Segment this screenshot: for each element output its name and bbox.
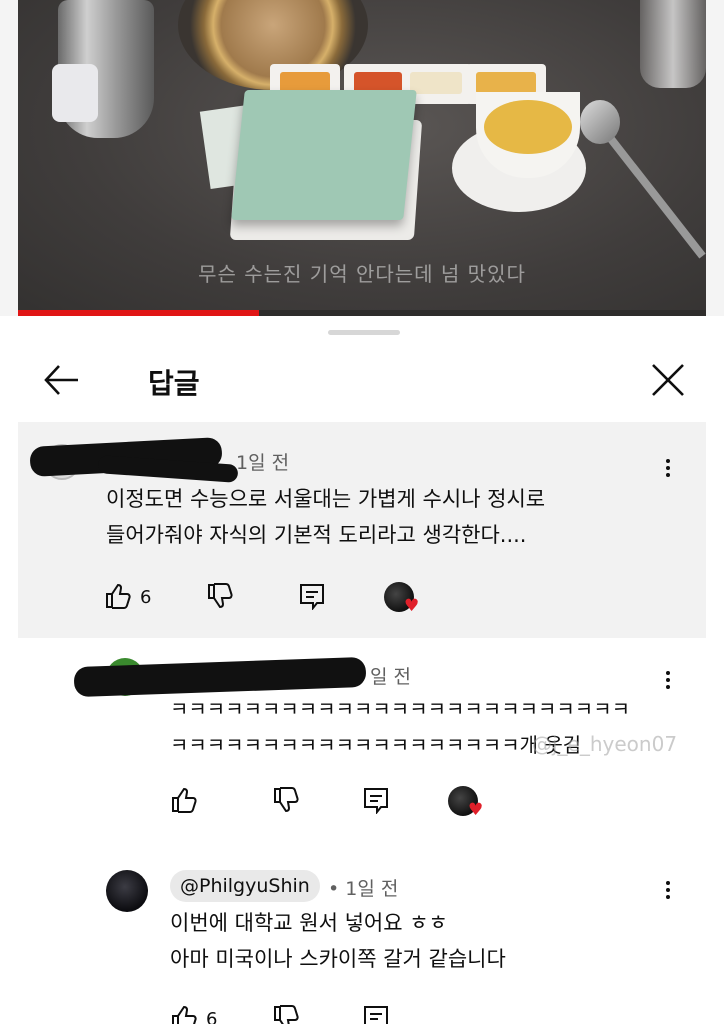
reply-button[interactable] bbox=[362, 786, 392, 816]
thumbs-up-icon bbox=[106, 583, 131, 609]
like-button[interactable] bbox=[170, 786, 200, 816]
comment-text-line: 이정도면 수능으로 서울대는 가볍게 수시나 정시로 bbox=[106, 487, 546, 511]
user-handle-chip[interactable]: @PhilgyuShin bbox=[170, 870, 320, 902]
avatar[interactable] bbox=[106, 870, 148, 912]
more-options-button[interactable] bbox=[658, 668, 678, 698]
watermark-text: @j_e_hyeon07 bbox=[532, 732, 678, 756]
panel-title: 답글 bbox=[148, 367, 200, 400]
like-button[interactable] bbox=[104, 582, 134, 612]
heart-icon: ♥ bbox=[404, 596, 420, 616]
close-icon bbox=[652, 364, 684, 396]
thumbs-down-icon bbox=[274, 787, 299, 813]
thumbs-down-icon bbox=[208, 583, 233, 609]
comment-time: 일 전 bbox=[370, 666, 411, 688]
napkin bbox=[231, 90, 417, 220]
comment-text-line: ㅋㅋㅋㅋㅋㅋㅋㅋㅋㅋㅋㅋㅋㅋㅋㅋㅋㅋㅋㅋㅋㅋㅋㅋㅋ bbox=[170, 697, 630, 721]
reply-item: @PhilgyuShin • 1일 전 이번에 대학교 원서 넣어요 ㅎㅎ 아마… bbox=[18, 846, 706, 1024]
thumbs-up-icon bbox=[172, 787, 197, 813]
reply-item: 일 전 ㅋㅋㅋㅋㅋㅋㅋㅋㅋㅋㅋㅋㅋㅋㅋㅋㅋㅋㅋㅋㅋㅋㅋㅋㅋ ㅋㅋㅋㅋㅋㅋㅋㅋㅋㅋ… bbox=[18, 638, 706, 846]
comment-text-line: 들어가줘야 자식의 기본적 도리라고 생각한다.... bbox=[106, 523, 527, 547]
comment-time: • 1일 전 bbox=[328, 878, 399, 900]
comment-text-line: ㅋㅋㅋㅋㅋㅋㅋㅋㅋㅋㅋㅋㅋㅋㅋㅋㅋㅋㅋ개 웃김 bbox=[170, 733, 582, 757]
thumbs-up-icon bbox=[172, 1005, 197, 1024]
thumbs-down-icon bbox=[274, 1005, 299, 1024]
dislike-button[interactable] bbox=[272, 1004, 302, 1024]
like-count: 6 bbox=[206, 1009, 218, 1024]
comment-icon bbox=[300, 584, 324, 611]
drag-handle[interactable] bbox=[328, 330, 400, 335]
more-options-button[interactable] bbox=[658, 456, 678, 486]
reply-button[interactable] bbox=[362, 1004, 392, 1024]
comment-text-line: 이번에 대학교 원서 넣어요 ㅎㅎ bbox=[170, 911, 448, 935]
comment-highlighted: 1일 전 이정도면 수능으로 서울대는 가볍게 수시나 정시로 들어가줘야 자식… bbox=[18, 422, 706, 638]
comment-icon bbox=[364, 788, 388, 815]
like-count: 6 bbox=[140, 587, 152, 608]
comment-time: 1일 전 bbox=[236, 452, 290, 474]
arrow-left-icon bbox=[44, 365, 78, 395]
panel-header: 답글 bbox=[18, 340, 706, 422]
video-subtitle: 무슨 수는진 기억 안다는데 넘 맛있다 bbox=[198, 262, 526, 286]
wine-glass bbox=[640, 0, 706, 88]
like-button[interactable] bbox=[170, 1004, 200, 1024]
back-button[interactable] bbox=[42, 362, 82, 398]
dislike-button[interactable] bbox=[206, 582, 236, 612]
video-player[interactable]: 무슨 수는진 기억 안다는데 넘 맛있다 bbox=[0, 0, 724, 316]
spoon bbox=[580, 100, 620, 144]
heart-icon: ♥ bbox=[468, 800, 484, 820]
comment-text-line: 아마 미국이나 스카이쪽 갈거 같습니다 bbox=[170, 947, 506, 971]
more-options-button[interactable] bbox=[658, 878, 678, 908]
soup bbox=[484, 100, 572, 154]
close-button[interactable] bbox=[648, 360, 688, 400]
dislike-button[interactable] bbox=[272, 786, 302, 816]
salt-shaker bbox=[52, 64, 98, 122]
replies-panel: 답글 1일 전 이정도면 수능으로 서울대는 가볍게 수시나 정시로 들어가줘야… bbox=[18, 316, 706, 1024]
reply-button[interactable] bbox=[298, 582, 328, 612]
comment-icon bbox=[364, 1006, 388, 1024]
